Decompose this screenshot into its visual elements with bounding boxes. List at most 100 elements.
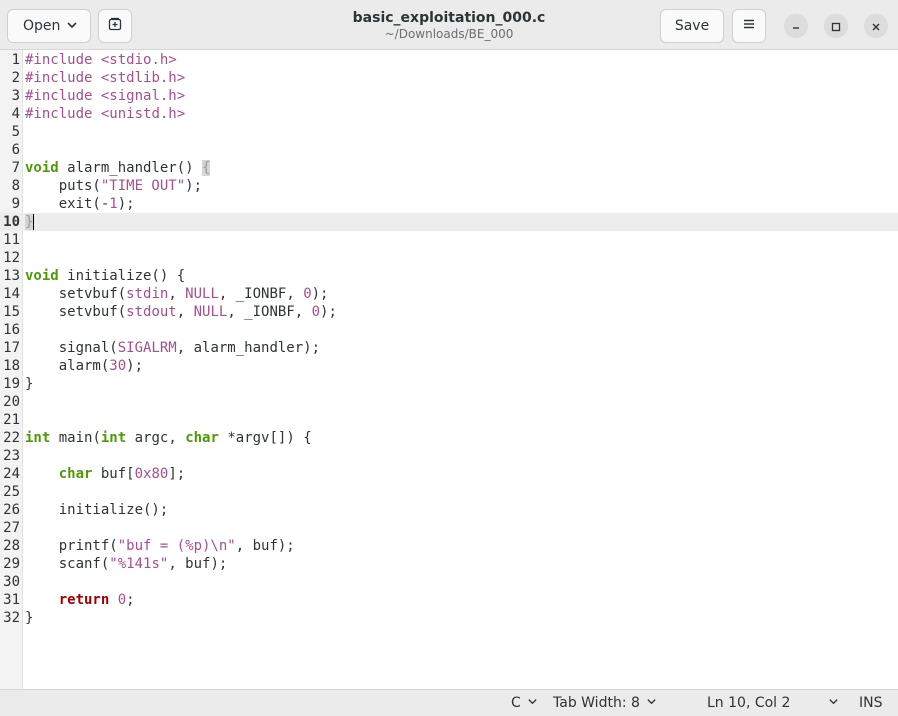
code-line[interactable]: 22 int main(int argc, char *argv[]) { [0,429,898,447]
code-line[interactable]: 3 #include <signal.h> [0,87,898,105]
code-text: void alarm_handler() { [25,160,211,176]
code-text: signal(SIGALRM, alarm_handler); [25,340,321,356]
code-line[interactable]: 23 [0,447,898,465]
line-number: 26 [3,502,20,518]
code-line[interactable]: 17 signal(SIGALRM, alarm_handler); [0,339,898,357]
code-text: } [25,376,34,392]
code-text: setvbuf(stdin, NULL, _IONBF, 0); [25,286,329,302]
chevron-down-icon [66,19,78,35]
cursor-position-label: Ln 10, Col 2 [707,695,791,711]
code-line[interactable]: 11 [0,231,898,249]
line-number: 2 [11,70,20,86]
code-text: exit(-1); [25,196,135,212]
code-line[interactable]: 8 puts("TIME OUT"); [0,177,898,195]
code-text: } [25,214,35,230]
language-label: C [511,695,521,711]
line-number: 14 [3,286,20,302]
line-number: 21 [3,412,20,428]
code-line[interactable]: 15 setvbuf(stdout, NULL, _IONBF, 0); [0,303,898,321]
text-cursor [33,214,35,230]
line-number: 16 [3,322,20,338]
code-line[interactable]: 10} [0,213,898,231]
code-line[interactable]: 2 #include <stdlib.h> [0,69,898,87]
cursor-position-selector[interactable]: Ln 10, Col 2 [707,695,839,711]
line-number: 4 [11,106,20,122]
code-text: } [25,610,34,626]
code-line[interactable]: 12 [0,249,898,267]
line-number: 12 [3,250,20,266]
code-line[interactable]: 25 [0,483,898,501]
code-line[interactable]: 13 void initialize() { [0,267,898,285]
line-number: 18 [3,358,20,374]
language-selector[interactable]: C [511,695,538,711]
code-line[interactable]: 26 initialize(); [0,501,898,519]
code-line[interactable]: 19} [0,375,898,393]
line-number: 19 [3,376,20,392]
code-line[interactable]: 7 void alarm_handler() { [0,159,898,177]
code-line[interactable]: 21 [0,411,898,429]
code-line[interactable]: 27 [0,519,898,537]
insert-mode-indicator[interactable]: INS [859,695,883,711]
code-text: setvbuf(stdout, NULL, _IONBF, 0); [25,304,337,320]
window-subtitle: ~/Downloads/BE_000 [384,27,514,41]
code-text: #include <stdio.h> [25,52,177,68]
code-text: puts("TIME OUT"); [25,178,203,194]
code-line[interactable]: 14 setvbuf(stdin, NULL, _IONBF, 0); [0,285,898,303]
hamburger-menu-icon [742,17,756,35]
line-number: 28 [3,538,20,554]
code-line[interactable]: 20 [0,393,898,411]
line-number: 27 [3,520,20,536]
code-line[interactable]: 29 scanf("%141s", buf); [0,555,898,573]
new-tab-button[interactable] [98,9,132,43]
code-text: initialize(); [25,502,169,518]
minimize-button[interactable] [784,14,808,38]
code-text: #include <signal.h> [25,88,186,104]
line-number: 23 [3,448,20,464]
code-line[interactable]: 18 alarm(30); [0,357,898,375]
close-icon [871,17,881,36]
code-line[interactable]: 9 exit(-1); [0,195,898,213]
code-text: int main(int argc, char *argv[]) { [25,430,312,446]
code-line[interactable]: 32} [0,609,898,627]
save-button-label: Save [674,18,710,34]
line-number: 7 [11,160,20,176]
code-line[interactable]: 1 #include <stdio.h> [0,51,898,69]
code-line[interactable]: 30 [0,573,898,591]
code-line[interactable]: 4 #include <unistd.h> [0,105,898,123]
line-number: 6 [11,142,20,158]
window-title-area: basic_exploitation_000.c ~/Downloads/BE_… [250,10,648,42]
code-line[interactable]: 31 return 0; [0,591,898,609]
save-button[interactable]: Save [660,9,724,43]
line-number: 25 [3,484,20,500]
code-line[interactable]: 28 printf("buf = (%p)\n", buf); [0,537,898,555]
line-number: 15 [3,304,20,320]
line-number: 10 [3,214,20,230]
code-line[interactable]: 5 [0,123,898,141]
line-number: 11 [3,232,20,248]
line-number: 20 [3,394,20,410]
open-button[interactable]: Open [7,9,91,43]
line-number: 1 [11,52,20,68]
main-menu-button[interactable] [732,9,766,43]
maximize-icon [831,17,841,36]
open-button-label: Open [23,18,61,34]
maximize-button[interactable] [824,14,848,38]
tab-width-selector[interactable]: Tab Width: 8 [553,695,657,711]
line-number: 32 [3,610,20,626]
line-number: 29 [3,556,20,572]
code-line[interactable]: 6 [0,141,898,159]
code-text: alarm(30); [25,358,144,374]
code-line[interactable]: 16 [0,321,898,339]
line-number: 5 [11,124,20,140]
code-line[interactable]: 24 char buf[0x80]; [0,465,898,483]
line-number: 13 [3,268,20,284]
line-number: 31 [3,592,20,608]
code-text: void initialize() { [25,268,186,284]
close-button[interactable] [864,14,888,38]
chevron-down-icon [646,695,657,711]
line-number: 24 [3,466,20,482]
code-editor[interactable]: 1 #include <stdio.h> 2 #include <stdlib.h> 3… [0,50,898,689]
line-number: 30 [3,574,20,590]
window-title: basic_exploitation_000.c [352,10,546,26]
line-number: 3 [11,88,20,104]
